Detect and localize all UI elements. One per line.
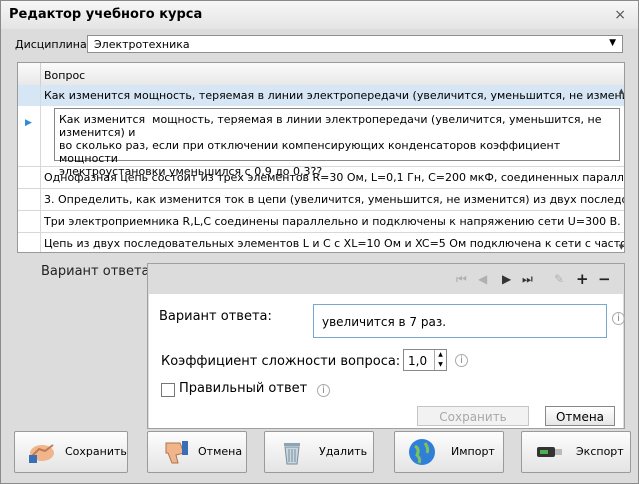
- scroll-up-icon[interactable]: ▲: [619, 87, 624, 95]
- row-text: Однофазная цепь состоит из трех элементо…: [44, 171, 624, 184]
- info-icon[interactable]: i: [317, 384, 330, 397]
- row-indicator: [18, 211, 41, 232]
- answer-value: увеличится в 7 раз.: [322, 315, 447, 329]
- row-editor: ▶ Как изменится мощность, теряемая в лин…: [18, 106, 624, 178]
- variant-section-label: Вариант ответа:: [41, 264, 154, 279]
- remove-icon[interactable]: −: [598, 270, 611, 288]
- table-row[interactable]: 3. Определить, как изменится ток в цепи …: [18, 189, 624, 211]
- table-row[interactable]: Однофазная цепь состоит из трех элементо…: [18, 167, 624, 189]
- export-button[interactable]: Экспорт: [521, 431, 631, 473]
- handshake-icon: [29, 444, 54, 463]
- save-variant-button[interactable]: Сохранить: [417, 406, 529, 426]
- discipline-label: Дисциплина:: [15, 38, 91, 51]
- export-label: Экспорт: [576, 445, 624, 458]
- cancel-variant-button[interactable]: Отмена: [545, 406, 615, 426]
- stepper-arrows[interactable]: ▲ ▼: [434, 350, 446, 370]
- next-record-icon[interactable]: ▶: [502, 272, 511, 286]
- row-text: Как изменится мощность, теряемая в линии…: [44, 89, 624, 102]
- row-indicator: ▶: [18, 106, 41, 166]
- globe-icon: [409, 439, 435, 465]
- title-bar: Редактор учебного курса ×: [1, 1, 638, 29]
- info-icon[interactable]: i: [455, 354, 468, 367]
- record-navigator: ⏮ ◀ ▶ ⏭ ✎ + −: [448, 270, 618, 290]
- first-record-icon[interactable]: ⏮: [456, 272, 467, 287]
- table-row[interactable]: Три электроприемника R,L,C соединены пар…: [18, 211, 624, 233]
- row-indicator-header: [18, 63, 41, 85]
- row-indicator: [18, 85, 41, 106]
- last-record-icon[interactable]: ⏭: [522, 272, 533, 287]
- editor-window: Редактор учебного курса × Дисциплина: Эл…: [0, 0, 639, 484]
- import-button[interactable]: Импорт: [394, 431, 504, 473]
- answer-input[interactable]: увеличится в 7 раз.: [313, 304, 607, 338]
- coefficient-stepper[interactable]: 1,0 ▲ ▼: [403, 349, 447, 371]
- coefficient-value: 1,0: [408, 354, 428, 368]
- variant-form: Вариант ответа: увеличится в 7 раз. i Ко…: [149, 294, 625, 428]
- grid-header: Вопрос: [18, 63, 624, 86]
- trash-icon: [284, 443, 300, 465]
- row-text: Цепь из двух последовательных элементов …: [44, 237, 624, 250]
- current-row-arrow-icon: ▶: [25, 118, 32, 128]
- info-icon[interactable]: i: [612, 312, 625, 325]
- correct-answer-checkbox[interactable]: [161, 383, 175, 397]
- scroll-down-icon[interactable]: ▼: [619, 243, 624, 251]
- import-label: Импорт: [451, 445, 495, 458]
- table-row-selected[interactable]: Как изменится мощность, теряемая в линии…: [18, 85, 624, 107]
- chevron-down-icon[interactable]: ▼: [609, 38, 616, 48]
- correct-answer-label[interactable]: Правильный ответ: [179, 381, 307, 396]
- window-title: Редактор учебного курса: [9, 7, 203, 22]
- delete-button[interactable]: Удалить: [264, 431, 374, 473]
- row-text: 3. Определить, как изменится ток в цепи …: [44, 193, 624, 206]
- discipline-value: Электротехника: [94, 38, 190, 51]
- row-indicator: [18, 189, 41, 210]
- discipline-select[interactable]: Электротехника ▼: [87, 35, 623, 53]
- delete-label: Удалить: [319, 445, 368, 458]
- question-editor[interactable]: Как изменится мощность, теряемая в линии…: [54, 108, 620, 178]
- coefficient-label: Коэффициент сложности вопроса:: [161, 354, 401, 369]
- usb-drive-icon: [537, 447, 562, 457]
- save-button[interactable]: Сохранить: [14, 431, 128, 473]
- row-indicator: [18, 167, 41, 188]
- prev-record-icon[interactable]: ◀: [478, 272, 487, 286]
- vertical-scrollbar[interactable]: ▲ ▼: [616, 85, 624, 252]
- answer-label: Вариант ответа:: [159, 309, 272, 324]
- questions-grid: Вопрос Как изменится мощность, теряемая …: [17, 62, 625, 253]
- row-indicator: [18, 233, 41, 252]
- variant-panel: ⏮ ◀ ▶ ⏭ ✎ + − Вариант ответа: увеличится…: [147, 263, 625, 429]
- close-icon[interactable]: ×: [614, 7, 626, 23]
- edit-pencil-icon[interactable]: ✎: [554, 272, 564, 286]
- table-row[interactable]: Цепь из двух последовательных элементов …: [18, 233, 624, 252]
- column-header-question[interactable]: Вопрос: [44, 69, 85, 82]
- save-label: Сохранить: [65, 445, 127, 458]
- cancel-button[interactable]: Отмена: [147, 431, 247, 473]
- cancel-label: Отмена: [198, 445, 243, 458]
- thumbs-down-icon: [165, 441, 188, 464]
- row-text: Три электроприемника R,L,C соединены пар…: [44, 215, 624, 228]
- add-icon[interactable]: +: [576, 270, 589, 288]
